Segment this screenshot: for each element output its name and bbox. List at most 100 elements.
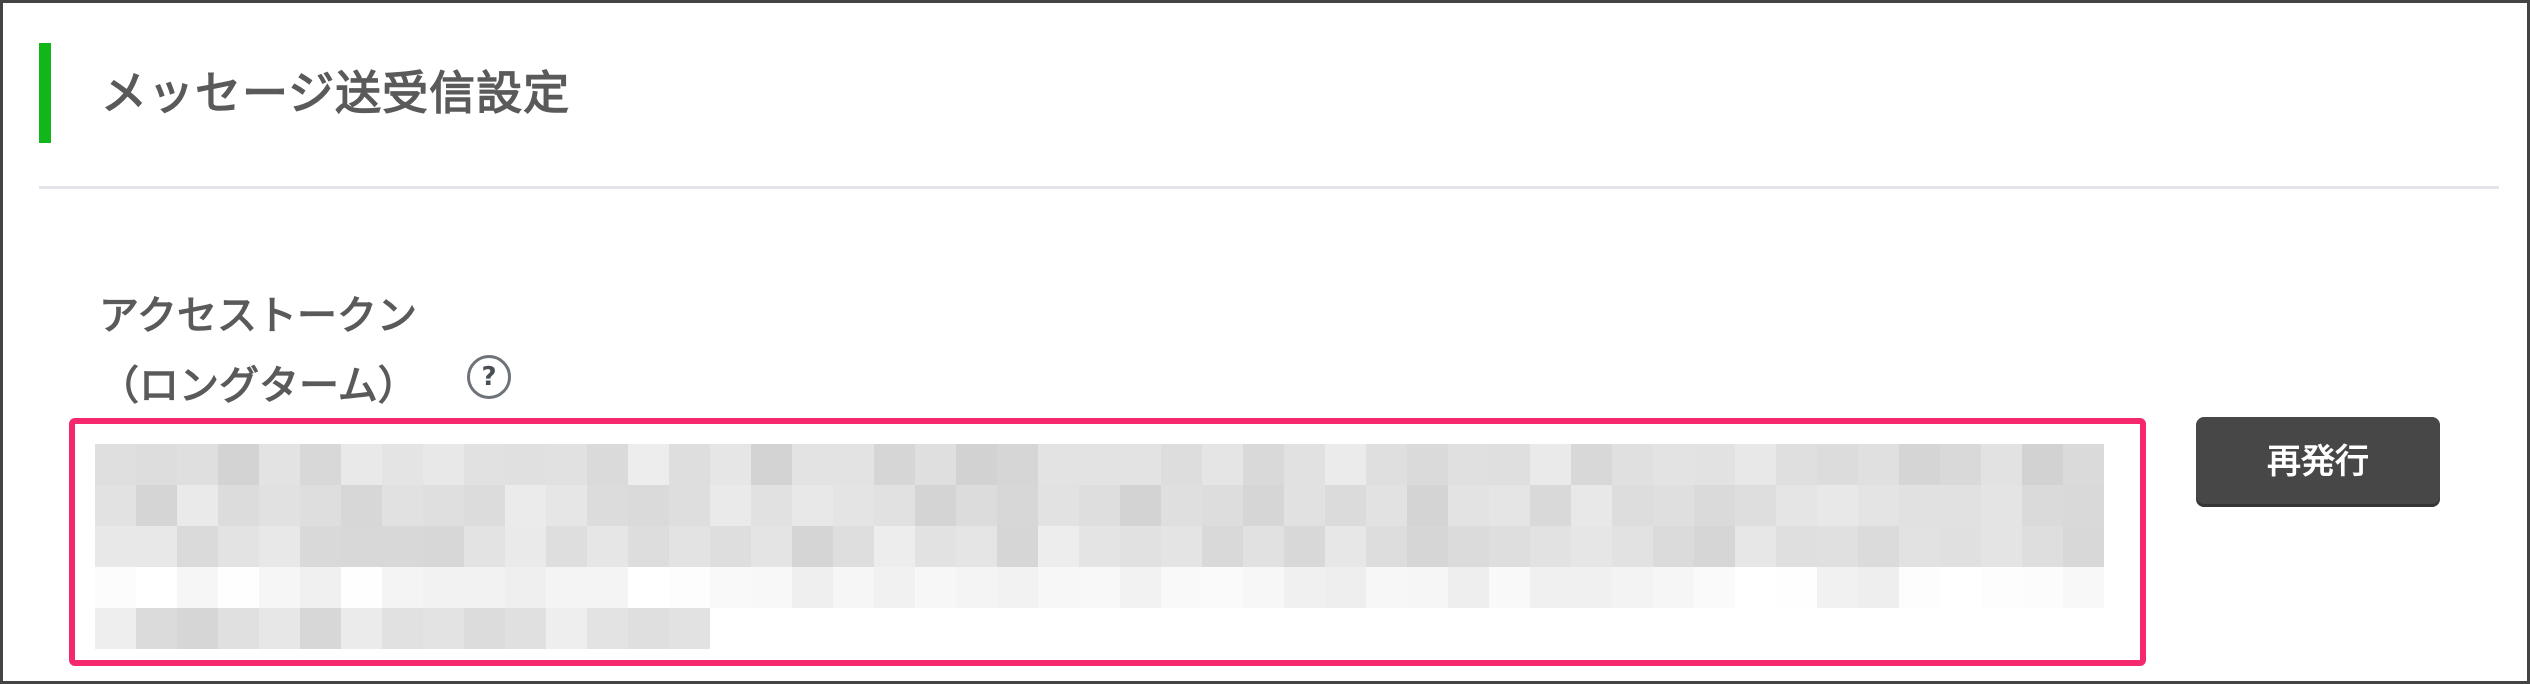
redaction-pixel bbox=[95, 608, 136, 649]
redaction-pixel bbox=[218, 526, 259, 567]
redaction-pixel bbox=[874, 567, 915, 608]
redaction-pixel bbox=[95, 485, 136, 526]
redaction-pixel bbox=[1284, 567, 1325, 608]
redaction-pixel bbox=[1366, 567, 1407, 608]
access-token-field[interactable] bbox=[69, 418, 2146, 666]
redaction-pixel bbox=[1407, 526, 1448, 567]
redaction-pixel bbox=[218, 485, 259, 526]
redaction-pixel bbox=[997, 526, 1038, 567]
redaction-pixel bbox=[300, 567, 341, 608]
redaction-pixel bbox=[2063, 444, 2104, 485]
redaction-pixel bbox=[587, 485, 628, 526]
redaction-pixel bbox=[628, 485, 669, 526]
redaction-pixel bbox=[1284, 526, 1325, 567]
redaction-pixel bbox=[382, 526, 423, 567]
redaction-pixel bbox=[505, 567, 546, 608]
redaction-pixel bbox=[2063, 526, 2104, 567]
redaction-pixel bbox=[2063, 485, 2104, 526]
redaction-pixel bbox=[751, 485, 792, 526]
redaction-pixel bbox=[1407, 444, 1448, 485]
redaction-pixel bbox=[1612, 567, 1653, 608]
redaction-pixel bbox=[2063, 567, 2104, 608]
redaction-pixel bbox=[1571, 567, 1612, 608]
redaction-pixel bbox=[956, 567, 997, 608]
redaction-pixel bbox=[1038, 485, 1079, 526]
redaction-pixel bbox=[792, 444, 833, 485]
redaction-pixel bbox=[997, 567, 1038, 608]
redaction-pixel bbox=[956, 485, 997, 526]
redaction-pixel bbox=[587, 444, 628, 485]
settings-panel: メッセージ送受信設定 アクセストークン （ロングターム） ? 再発行 bbox=[0, 0, 2530, 684]
redaction-pixel bbox=[1079, 444, 1120, 485]
redaction-pixel bbox=[1489, 444, 1530, 485]
redaction-pixel bbox=[915, 567, 956, 608]
redaction-pixel bbox=[464, 444, 505, 485]
redaction-pixel bbox=[1735, 444, 1776, 485]
redaction-pixel bbox=[710, 485, 751, 526]
redaction-pixel bbox=[587, 608, 628, 649]
redaction-pixel bbox=[1612, 526, 1653, 567]
redaction-pixel bbox=[1694, 444, 1735, 485]
redaction-pixel bbox=[1940, 567, 1981, 608]
access-token-label-line2: （ロングターム） bbox=[99, 363, 418, 409]
redaction-pixel bbox=[505, 444, 546, 485]
redaction-pixel bbox=[792, 485, 833, 526]
redaction-pixel bbox=[259, 567, 300, 608]
redaction-pixel bbox=[177, 444, 218, 485]
section-title: メッセージ送受信設定 bbox=[101, 66, 571, 120]
redaction-pixel bbox=[669, 485, 710, 526]
redaction-pixel bbox=[628, 567, 669, 608]
redaction-pixel bbox=[1038, 567, 1079, 608]
redaction-pixel bbox=[1899, 444, 1940, 485]
redaction-pixel bbox=[1489, 526, 1530, 567]
redaction-pixel bbox=[464, 485, 505, 526]
redaction-pixel bbox=[1735, 567, 1776, 608]
redaction-pixel bbox=[136, 444, 177, 485]
reissue-button[interactable]: 再発行 bbox=[2196, 417, 2440, 507]
redaction-pixel bbox=[95, 444, 136, 485]
redaction-pixel bbox=[1653, 485, 1694, 526]
redaction-pixel bbox=[464, 526, 505, 567]
redaction-pixel bbox=[1940, 526, 1981, 567]
redaction-pixel bbox=[1366, 485, 1407, 526]
redaction-pixel bbox=[710, 526, 751, 567]
redaction-pixel bbox=[997, 485, 1038, 526]
redaction-pixel bbox=[1038, 444, 1079, 485]
redaction-pixel bbox=[628, 608, 669, 649]
redaction-pixel bbox=[1530, 567, 1571, 608]
redaction-pixel bbox=[423, 444, 464, 485]
redaction-pixel bbox=[915, 485, 956, 526]
redaction-pixel bbox=[1530, 444, 1571, 485]
redaction-pixel bbox=[1858, 567, 1899, 608]
redaction-pixel bbox=[1366, 444, 1407, 485]
redaction-pixel bbox=[1284, 444, 1325, 485]
redaction-pixel bbox=[259, 526, 300, 567]
redaction-pixel bbox=[1120, 444, 1161, 485]
redaction-pixel bbox=[1161, 444, 1202, 485]
redaction-pixel bbox=[1243, 526, 1284, 567]
redaction-pixel bbox=[1817, 485, 1858, 526]
redaction-pixel bbox=[423, 485, 464, 526]
redaction-pixel bbox=[792, 526, 833, 567]
question-circle-icon[interactable]: ? bbox=[467, 355, 511, 399]
redaction-pixel bbox=[874, 485, 915, 526]
redaction-pixel bbox=[546, 567, 587, 608]
redaction-pixel bbox=[300, 485, 341, 526]
redaction-pixel bbox=[1981, 444, 2022, 485]
redaction-pixel bbox=[1694, 526, 1735, 567]
redaction-pixel bbox=[1776, 444, 1817, 485]
redaction-pixel bbox=[505, 485, 546, 526]
redaction-pixel bbox=[1940, 444, 1981, 485]
redaction-pixel bbox=[259, 608, 300, 649]
redaction-pixel bbox=[710, 567, 751, 608]
redaction-pixel bbox=[546, 485, 587, 526]
redaction-pixel bbox=[1202, 526, 1243, 567]
redaction-pixel bbox=[874, 526, 915, 567]
redaction-pixel bbox=[833, 444, 874, 485]
redaction-pixel bbox=[1858, 444, 1899, 485]
redaction-pixel bbox=[1530, 526, 1571, 567]
redaction-pixel bbox=[218, 567, 259, 608]
redaction-pixel bbox=[177, 526, 218, 567]
redaction-pixel bbox=[341, 444, 382, 485]
redaction-pixel bbox=[997, 444, 1038, 485]
